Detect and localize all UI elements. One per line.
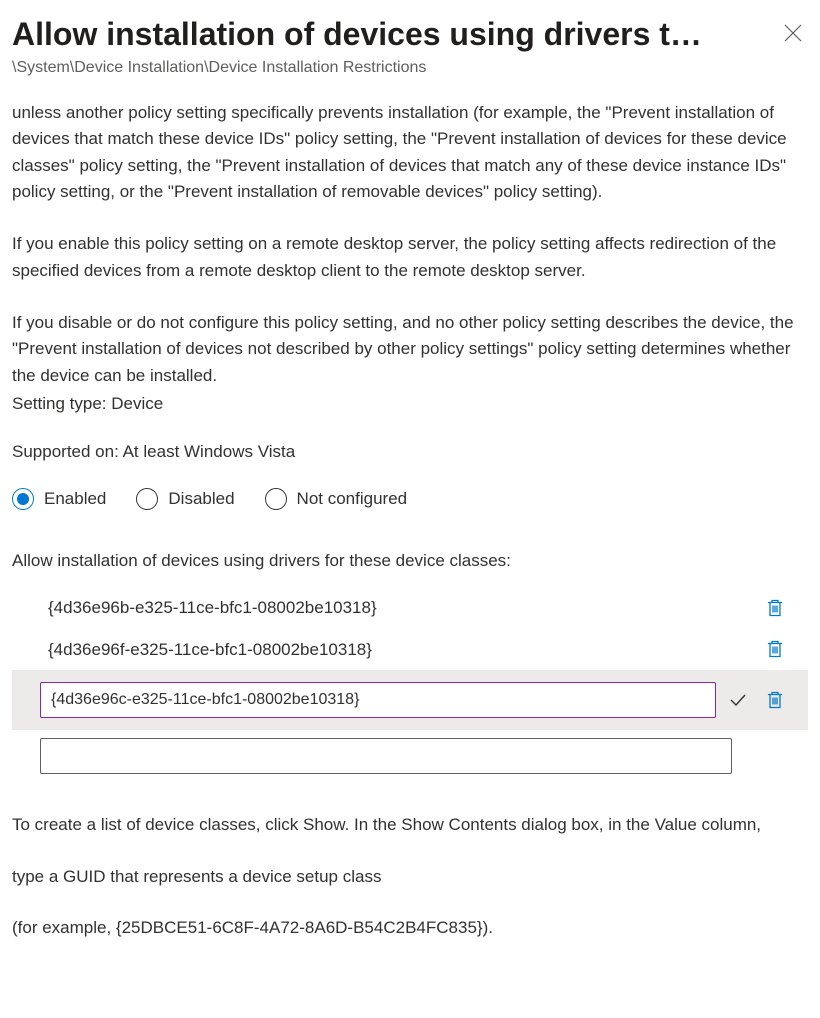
radio-label: Not configured xyxy=(297,486,408,512)
device-class-list-label: Allow installation of devices using driv… xyxy=(12,548,808,574)
description-paragraph: unless another policy setting specifical… xyxy=(12,100,808,205)
device-class-row: {4d36e96b-e325-11ce-bfc1-08002be10318} xyxy=(12,587,808,629)
device-class-row: {4d36e96f-e325-11ce-bfc1-08002be10318} xyxy=(12,629,808,671)
check-icon xyxy=(728,690,748,710)
device-class-edit-input[interactable] xyxy=(40,682,716,718)
device-class-row xyxy=(12,670,808,730)
close-icon xyxy=(784,24,802,42)
state-radio-group: Enabled Disabled Not configured xyxy=(12,486,808,512)
trash-icon xyxy=(766,690,784,710)
radio-circle-icon xyxy=(12,488,34,510)
footer-paragraph: type a GUID that represents a device set… xyxy=(12,864,808,890)
close-button[interactable] xyxy=(778,18,808,48)
device-class-value: {4d36e96b-e325-11ce-bfc1-08002be10318} xyxy=(14,595,750,621)
footer-paragraph: To create a list of device classes, clic… xyxy=(12,812,808,838)
radio-label: Disabled xyxy=(168,486,234,512)
breadcrumb: \System\Device Installation\Device Insta… xyxy=(12,56,808,80)
radio-circle-icon xyxy=(265,488,287,510)
delete-button[interactable] xyxy=(760,688,790,712)
radio-not-configured[interactable]: Not configured xyxy=(265,486,408,512)
radio-circle-icon xyxy=(136,488,158,510)
trash-icon xyxy=(766,598,784,618)
confirm-button[interactable] xyxy=(726,688,750,712)
supported-on: Supported on: At least Windows Vista xyxy=(12,439,808,465)
device-class-new-row xyxy=(12,730,808,782)
delete-button[interactable] xyxy=(760,637,790,661)
trash-icon xyxy=(766,639,784,659)
radio-enabled[interactable]: Enabled xyxy=(12,486,106,512)
setting-type: Setting type: Device xyxy=(12,391,808,417)
radio-label: Enabled xyxy=(44,486,106,512)
delete-button[interactable] xyxy=(760,596,790,620)
page-title: Allow installation of devices using driv… xyxy=(12,14,778,54)
policy-description: unless another policy setting specifical… xyxy=(12,100,808,389)
description-paragraph: If you enable this policy setting on a r… xyxy=(12,231,808,284)
radio-disabled[interactable]: Disabled xyxy=(136,486,234,512)
device-class-list: {4d36e96b-e325-11ce-bfc1-08002be10318} {4… xyxy=(12,587,808,782)
device-class-value: {4d36e96f-e325-11ce-bfc1-08002be10318} xyxy=(14,637,750,663)
footer-help-text: To create a list of device classes, clic… xyxy=(12,812,808,941)
device-class-new-input[interactable] xyxy=(40,738,732,774)
footer-paragraph: (for example, {25DBCE51-6C8F-4A72-8A6D-B… xyxy=(12,915,808,941)
description-paragraph: If you disable or do not configure this … xyxy=(12,310,808,389)
